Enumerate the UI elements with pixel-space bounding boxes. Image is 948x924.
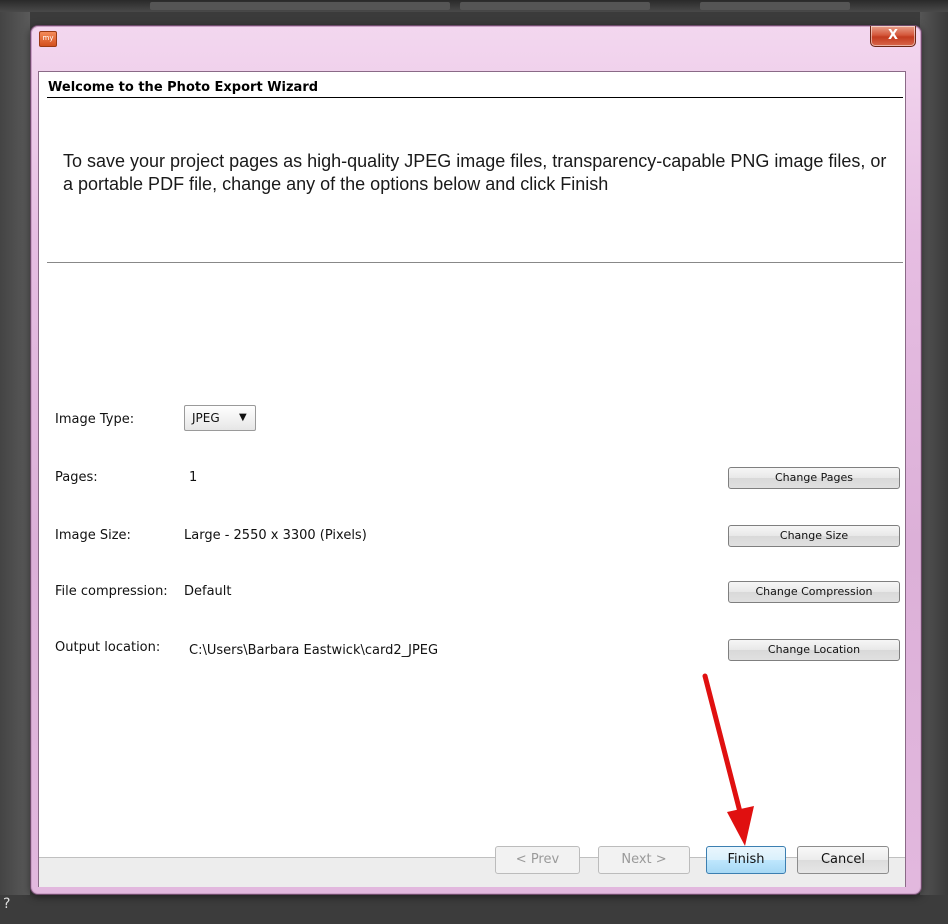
- arrow-shaft: [702, 673, 743, 815]
- annotation-arrow: [702, 673, 754, 846]
- arrow-head: [727, 806, 754, 846]
